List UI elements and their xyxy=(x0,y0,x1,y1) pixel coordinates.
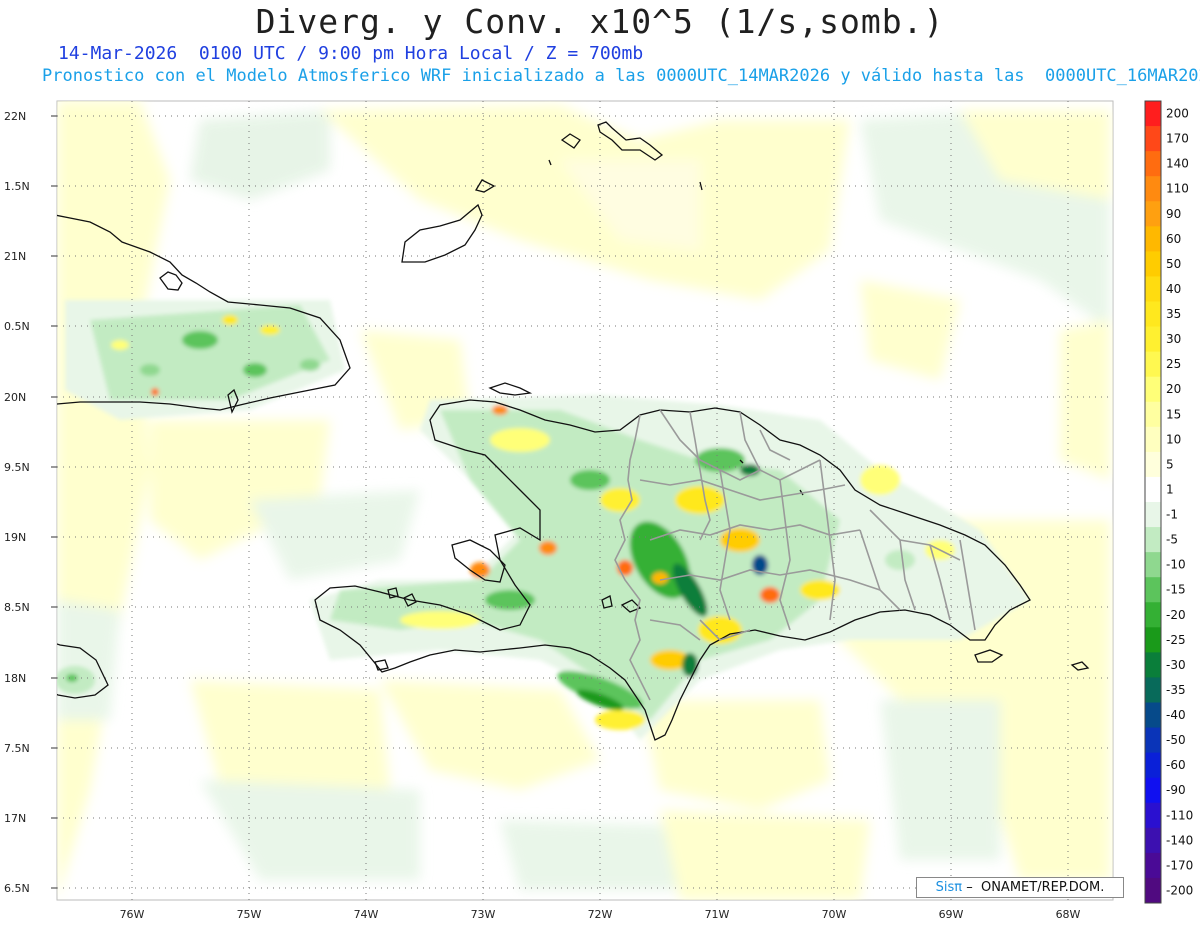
colorbar-label: -1 xyxy=(1166,508,1178,522)
colorbar-swatch xyxy=(1145,802,1161,829)
colorbar-label: 30 xyxy=(1166,332,1181,346)
colorbar-swatch xyxy=(1145,752,1161,779)
lon-label: 76W xyxy=(120,908,145,921)
lat-label: 22N xyxy=(4,110,26,123)
colorbar-label: 110 xyxy=(1166,182,1189,196)
colorbar-swatch xyxy=(1145,702,1161,729)
longitude-labels: 76W 75W 74W 73W 72W 71W 70W 69W 68W xyxy=(120,908,1081,921)
colorbar-label: 20 xyxy=(1166,382,1181,396)
colorbar: 200 170 140 110 90 60 50 40 35 30 25 20 15 10 5 1 -1 -5 -1… xyxy=(1144,100,1193,904)
colorbar-swatch xyxy=(1145,476,1161,503)
colorbar-label: 35 xyxy=(1166,307,1181,321)
lon-label: 69W xyxy=(939,908,964,921)
colorbar-label: 15 xyxy=(1166,407,1181,421)
lat-ticks xyxy=(51,115,57,889)
colorbar-label: 25 xyxy=(1166,357,1181,371)
colorbar-label: 90 xyxy=(1166,207,1181,221)
credit-box: Sisπ – ONAMET/REP.DOM. xyxy=(916,877,1124,898)
map-canvas: 22N 1.5N 21N 0.5N 20N 9.5N 19N 8.5N 18N … xyxy=(4,100,1193,921)
lat-label: 19N xyxy=(4,531,26,544)
colorbar-label: -60 xyxy=(1166,758,1186,772)
colorbar-swatch xyxy=(1145,426,1161,453)
colorbar-swatch xyxy=(1145,301,1161,328)
colorbar-swatch xyxy=(1145,502,1161,528)
lon-label: 68W xyxy=(1056,908,1081,921)
colorbar-swatch xyxy=(1145,602,1161,628)
lat-label: 18N xyxy=(4,672,26,685)
sispi-logo-text: Sisπ xyxy=(935,880,963,895)
colorbar-label: -15 xyxy=(1166,583,1186,597)
colorbar-swatch xyxy=(1145,401,1161,428)
colorbar-label: -30 xyxy=(1166,658,1186,672)
colorbar-swatch xyxy=(1145,577,1161,603)
colorbar-swatch xyxy=(1145,126,1161,152)
lon-label: 70W xyxy=(822,908,847,921)
lat-label: 6.5N xyxy=(4,882,30,895)
colorbar-swatch xyxy=(1145,677,1161,703)
colorbar-label: 170 xyxy=(1166,132,1189,146)
colorbar-swatch xyxy=(1145,777,1161,804)
colorbar-label: 200 xyxy=(1166,107,1189,121)
colorbar-label: 60 xyxy=(1166,232,1181,246)
colorbar-label: -35 xyxy=(1166,683,1186,697)
lon-label: 73W xyxy=(471,908,496,921)
colorbar-swatch xyxy=(1145,176,1161,202)
colorbar-swatch xyxy=(1145,652,1161,678)
colorbar-label: -25 xyxy=(1166,633,1186,647)
lon-label: 72W xyxy=(588,908,613,921)
lat-label: 1.5N xyxy=(4,180,30,193)
colorbar-label: -40 xyxy=(1166,708,1186,722)
colorbar-label: 5 xyxy=(1166,457,1174,471)
colorbar-swatch xyxy=(1145,376,1161,403)
colorbar-swatch xyxy=(1145,451,1161,478)
colorbar-swatch xyxy=(1145,727,1161,754)
lat-label: 0.5N xyxy=(4,320,30,333)
colorbar-label: -20 xyxy=(1166,608,1186,622)
credit-text: – ONAMET/REP.DOM. xyxy=(962,880,1105,895)
lon-label: 74W xyxy=(354,908,379,921)
colorbar-label: -140 xyxy=(1166,833,1193,847)
colorbar-label: -110 xyxy=(1166,808,1193,822)
latitude-labels: 22N 1.5N 21N 0.5N 20N 9.5N 19N 8.5N 18N … xyxy=(4,110,30,895)
colorbar-label: -200 xyxy=(1166,883,1193,897)
lat-label: 20N xyxy=(4,391,26,404)
lon-label: 71W xyxy=(705,908,730,921)
colorbar-swatch xyxy=(1145,151,1161,177)
colorbar-label: -10 xyxy=(1166,558,1186,572)
colorbar-label: 1 xyxy=(1166,482,1174,496)
colorbar-swatch xyxy=(1145,276,1161,302)
colorbar-swatch xyxy=(1145,226,1161,252)
lat-label: 7.5N xyxy=(4,742,30,755)
colorbar-label: 140 xyxy=(1166,157,1189,171)
colorbar-swatch xyxy=(1145,527,1161,553)
colorbar-label: -90 xyxy=(1166,783,1186,797)
colorbar-swatch xyxy=(1145,251,1161,277)
colorbar-label: -50 xyxy=(1166,733,1186,747)
colorbar-swatch xyxy=(1145,201,1161,227)
colorbar-swatch xyxy=(1145,326,1161,353)
colorbar-swatch xyxy=(1145,552,1161,578)
colorbar-label: 40 xyxy=(1166,282,1181,296)
colorbar-label: -170 xyxy=(1166,858,1193,872)
colorbar-label: 50 xyxy=(1166,257,1181,271)
colorbar-swatch xyxy=(1145,101,1161,127)
lat-label: 9.5N xyxy=(4,461,30,474)
lat-label: 17N xyxy=(4,812,26,825)
colorbar-swatch xyxy=(1145,627,1161,653)
lat-label: 8.5N xyxy=(4,601,30,614)
colorbar-label: -5 xyxy=(1166,533,1178,547)
colorbar-swatch xyxy=(1145,827,1161,854)
lat-label: 21N xyxy=(4,250,26,263)
lon-label: 75W xyxy=(237,908,262,921)
colorbar-swatch xyxy=(1145,351,1161,378)
colorbar-swatch xyxy=(1145,852,1161,879)
colorbar-swatch xyxy=(1145,877,1161,904)
colorbar-label: 10 xyxy=(1166,432,1181,446)
